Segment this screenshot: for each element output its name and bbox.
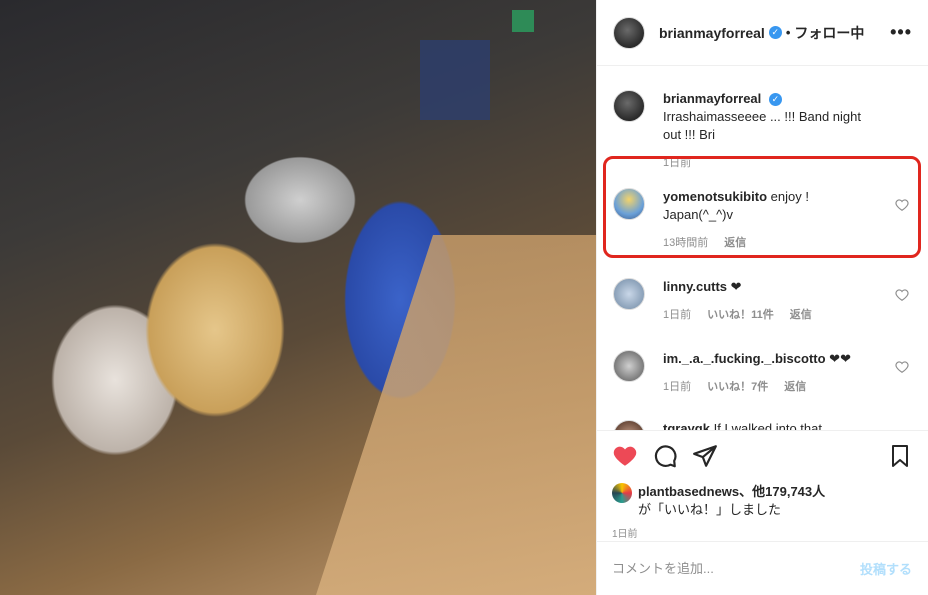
share-icon[interactable] xyxy=(692,443,718,469)
comment-username[interactable]: tgraygk xyxy=(663,421,710,430)
caption-username[interactable]: brianmayforreal xyxy=(663,91,761,106)
comment-body: tgraygk If I walked into that xyxy=(663,420,881,430)
comment-item: im._.a._.fucking._.biscotto ❤❤ 1日前 いいね！7… xyxy=(613,350,913,396)
comment-like-count[interactable]: いいね！7件 xyxy=(707,378,768,396)
liker-avatar[interactable] xyxy=(612,483,632,503)
likes-text: plantbasednews、他179,743人 が「いいね！」しました xyxy=(638,483,825,519)
comment-text: ❤❤ xyxy=(829,351,851,366)
comment-username[interactable]: im._.a._.fucking._.biscotto xyxy=(663,351,826,366)
likes-users[interactable]: plantbasednews、他179,743人 xyxy=(638,484,825,499)
comment-text: If I walked into that xyxy=(713,421,822,430)
photo-table xyxy=(316,235,596,595)
reply-button[interactable]: 返信 xyxy=(784,378,806,396)
comment-meta: 1日前 いいね！11件 返信 xyxy=(663,306,881,324)
comment-avatar[interactable] xyxy=(613,278,645,310)
highlight-box xyxy=(603,156,921,258)
caption-text: Irrashaimasseeee ... !!! Band night out … xyxy=(663,109,861,142)
likes-suffix: が「いいね！」しました xyxy=(638,502,782,517)
caption-avatar[interactable] xyxy=(613,90,645,122)
add-comment-bar: 投稿する xyxy=(596,541,928,595)
comment-body: im._.a._.fucking._.biscotto ❤❤ 1日前 いいね！7… xyxy=(663,350,881,396)
comment-time[interactable]: 1日前 xyxy=(663,378,691,396)
comment-avatar[interactable] xyxy=(613,420,645,430)
comment-body: linny.cutts ❤ 1日前 いいね！11件 返信 xyxy=(663,278,881,324)
follow-status-button[interactable]: フォロー中 xyxy=(794,23,864,43)
comment-time[interactable]: 1日前 xyxy=(663,306,691,324)
comment-icon[interactable] xyxy=(652,443,678,469)
verified-icon: ✓ xyxy=(768,93,782,107)
comment-username[interactable]: linny.cutts xyxy=(663,279,727,294)
comment-avatar[interactable] xyxy=(613,350,645,382)
comment-text: ❤ xyxy=(730,279,742,294)
author-username[interactable]: brianmayforreal xyxy=(659,25,765,41)
post-actions: plantbasednews、他179,743人 が「いいね！」しました 1日前 xyxy=(596,430,928,540)
comment-meta: 1日前 いいね！7件 返信 xyxy=(663,378,881,396)
comment-input[interactable] xyxy=(612,561,860,576)
verified-icon: ✓ xyxy=(768,26,782,39)
like-comment-heart-icon[interactable] xyxy=(895,288,909,302)
like-comment-heart-icon[interactable] xyxy=(895,360,909,374)
liked-heart-icon[interactable] xyxy=(612,443,638,469)
comment-like-count[interactable]: いいね！11件 xyxy=(707,306,774,324)
likes-summary: plantbasednews、他179,743人 が「いいね！」しました xyxy=(612,483,912,519)
comment-item: tgraygk If I walked into that xyxy=(613,420,913,430)
photo-banner xyxy=(420,40,490,120)
bookmark-icon[interactable] xyxy=(888,443,912,469)
action-icons xyxy=(612,441,912,471)
post-header: brianmayforreal ✓ • フォロー中 ••• xyxy=(597,0,928,66)
more-options-icon[interactable]: ••• xyxy=(890,22,912,43)
author-avatar[interactable] xyxy=(613,16,645,49)
post-time[interactable]: 1日前 xyxy=(612,525,912,540)
comment-item: linny.cutts ❤ 1日前 いいね！11件 返信 xyxy=(613,278,913,324)
post-comment-button[interactable]: 投稿する xyxy=(860,559,912,578)
separator-dot: • xyxy=(785,25,791,40)
post-photo[interactable] xyxy=(0,0,596,595)
reply-button[interactable]: 返信 xyxy=(790,306,812,324)
photo-exit-sign xyxy=(512,10,534,32)
